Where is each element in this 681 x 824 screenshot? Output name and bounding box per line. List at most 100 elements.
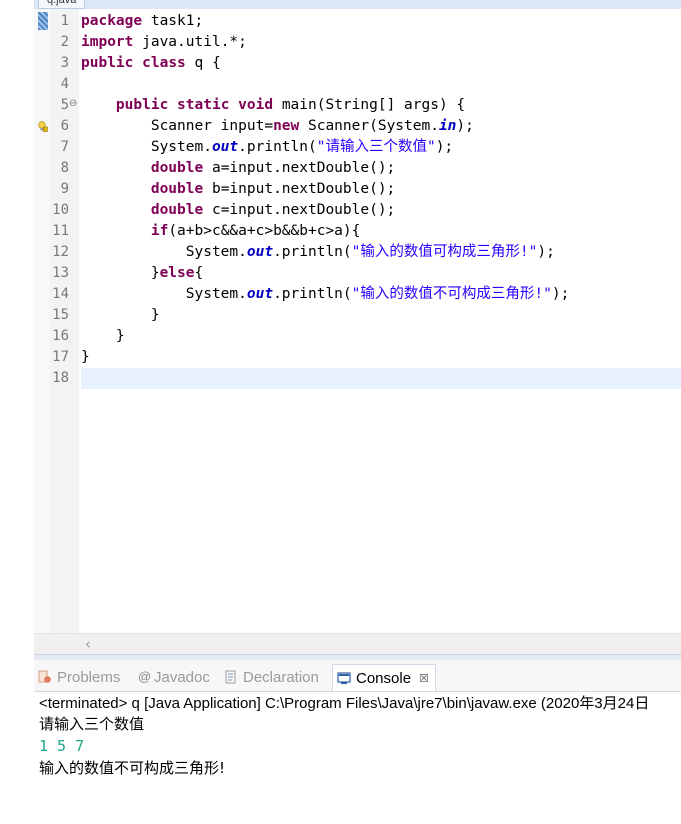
tab-declaration[interactable]: Declaration <box>224 664 319 690</box>
line-number: 7 <box>60 139 69 155</box>
code-token: c=input.nextDouble(); <box>203 202 396 218</box>
scrollbar-gutter-spacer <box>34 633 79 654</box>
code-token: } <box>81 328 125 344</box>
code-line: System.out.println("输入的数值不可构成三角形!"); <box>81 284 570 305</box>
code-token: } <box>81 265 160 281</box>
code-string: "请输入三个数值" <box>316 139 436 155</box>
code-token: main(String[] args) { <box>273 97 466 113</box>
line-number: 14 <box>52 286 69 302</box>
code-token: } <box>81 349 90 365</box>
code-token: ); <box>435 139 454 155</box>
fold-collapse-icon[interactable]: ⊖ <box>69 99 77 109</box>
code-token: q { <box>185 55 221 71</box>
line-number: 6 <box>60 118 69 134</box>
code-string: "输入的数值可构成三角形!" <box>351 244 538 260</box>
code-string: "输入的数值不可构成三角形!" <box>351 286 552 302</box>
code-token: Scanner input= <box>81 118 274 134</box>
code-line: import java.util.*; <box>81 32 247 53</box>
code-token: System. <box>81 244 247 260</box>
bookmark-marker-icon <box>38 12 48 30</box>
code-line: if(a+b>c&&a+c>b&&b+c>a){ <box>81 221 361 242</box>
code-token: Scanner(System. <box>299 118 439 134</box>
code-static-field: out <box>211 139 239 155</box>
code-token: .println( <box>273 286 352 302</box>
code-keyword: class <box>142 55 186 71</box>
annotation-ruler <box>34 9 50 633</box>
console-output[interactable]: <terminated> q [Java Application] C:\Pro… <box>34 692 681 824</box>
code-token: b=input.nextDouble(); <box>203 181 396 197</box>
console-status-line: <terminated> q [Java Application] C:\Pro… <box>39 695 650 712</box>
line-number: 9 <box>60 181 69 197</box>
line-number: 2 <box>60 34 69 50</box>
code-static-field: out <box>246 286 274 302</box>
editor-tab-q-java[interactable]: q.java <box>38 0 86 9</box>
code-keyword: public <box>115 97 169 113</box>
line-number: 10 <box>52 202 69 218</box>
code-keyword: void <box>238 97 274 113</box>
line-number: 5 <box>60 97 69 113</box>
code-token: ); <box>537 244 555 260</box>
line-number: 16 <box>52 328 69 344</box>
code-token: .println( <box>238 139 317 155</box>
tab-javadoc-label: Javadoc <box>154 668 210 686</box>
tab-javadoc[interactable]: @ Javadoc <box>138 664 210 690</box>
code-keyword: public <box>81 55 134 71</box>
line-number: 13 <box>52 265 69 281</box>
code-keyword: double <box>150 160 204 176</box>
console-output-line: 输入的数值不可构成三角形! <box>39 759 226 777</box>
line-number: 15 <box>52 307 69 323</box>
tab-problems[interactable]: Problems <box>38 664 120 690</box>
tab-console[interactable]: Console ☒ <box>332 664 436 691</box>
line-number: 17 <box>52 349 69 365</box>
code-line: } <box>81 347 90 368</box>
code-line: Scanner input=new Scanner(System.in); <box>81 116 474 137</box>
code-line: }else{ <box>81 263 203 284</box>
code-line: System.out.println("请输入三个数值"); <box>81 137 453 158</box>
code-line: public static void main(String[] args) { <box>81 95 465 116</box>
code-keyword: static <box>177 97 230 113</box>
code-line: double b=input.nextDouble(); <box>81 179 395 200</box>
at-icon: @ <box>138 669 152 684</box>
code-token: a=input.nextDouble(); <box>203 160 396 176</box>
problems-icon <box>38 670 51 683</box>
warning-lightbulb-icon[interactable] <box>37 121 48 132</box>
close-icon[interactable]: ☒ <box>419 672 429 685</box>
tab-problems-label: Problems <box>57 668 121 686</box>
code-keyword: if <box>150 223 169 239</box>
code-line: package task1; <box>81 11 203 32</box>
console-input-line: 1 5 7 <box>39 737 85 755</box>
code-keyword: new <box>273 118 300 134</box>
code-line: System.out.println("输入的数值可构成三角形!"); <box>81 242 555 263</box>
code-keyword: double <box>150 202 204 218</box>
code-token: } <box>81 307 160 323</box>
code-keyword: else <box>159 265 195 281</box>
code-token: System. <box>81 286 247 302</box>
line-number: 12 <box>52 244 69 260</box>
view-tab-bar: Problems @ Javadoc Declaration Console ☒ <box>34 660 681 692</box>
code-keyword: package <box>81 13 143 29</box>
code-token: java.util.*; <box>133 34 247 50</box>
code-token: { <box>194 265 204 281</box>
code-line: } <box>81 305 160 326</box>
horizontal-scrollbar[interactable]: ‹ <box>79 633 681 654</box>
code-token: ); <box>456 118 474 134</box>
code-token: System. <box>81 139 212 155</box>
line-number: 18 <box>52 370 69 386</box>
code-token: (a+b>c&&a+c>b&&b+c>a){ <box>168 223 361 239</box>
code-static-field: out <box>246 244 274 260</box>
code-line: double c=input.nextDouble(); <box>81 200 395 221</box>
console-output-line: 请输入三个数值 <box>39 715 145 733</box>
line-number: 3 <box>60 55 69 71</box>
line-number: 11 <box>52 223 69 239</box>
code-keyword: import <box>81 34 134 50</box>
line-number: 8 <box>60 160 69 176</box>
scroll-left-icon[interactable]: ‹ <box>85 635 91 653</box>
code-static-field: in <box>438 118 457 134</box>
console-icon <box>337 672 351 684</box>
